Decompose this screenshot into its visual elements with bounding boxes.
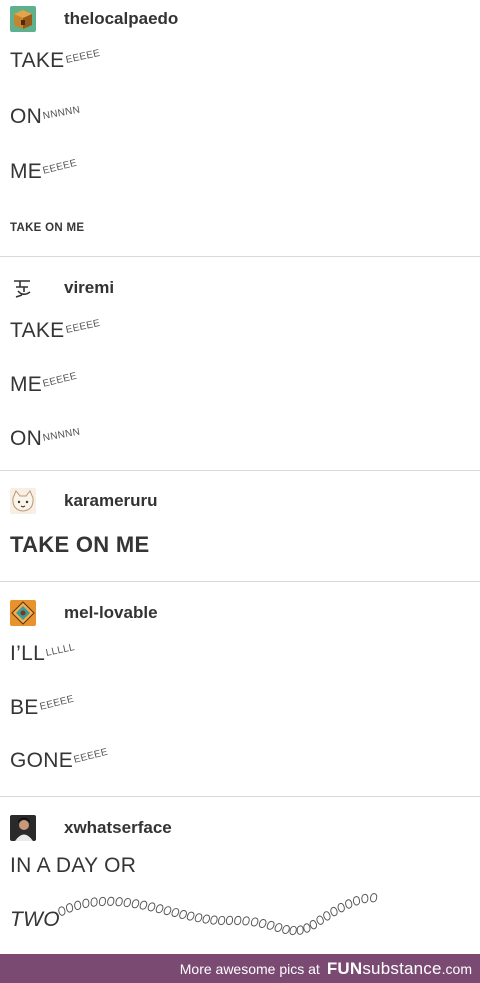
lyric-line: BE EEEEE (10, 694, 75, 720)
lyric-text: ON (10, 427, 43, 450)
post-viremi: viremi TAKE EEEEE ME EEEEE ON NNNNN (0, 257, 480, 471)
footer-text: More awesome pics at (179, 960, 320, 977)
footer-brand[interactable]: FUNsubstance (327, 959, 442, 979)
trail-text: EEEEE (72, 746, 110, 766)
username-link[interactable]: mel-lovable (64, 603, 158, 623)
username-link[interactable]: viremi (64, 278, 114, 298)
post-header: thelocalpaedo (10, 6, 178, 32)
post-header: viremi (10, 275, 114, 301)
lyric-line: IN A DAY OR (10, 854, 137, 877)
trail-text: EEEEE (64, 47, 101, 66)
lyric-text: ME (10, 373, 43, 396)
svg-text:OOOOOOOOOOOOOOOOOOOOOOOOOOOOOO: OOOOOOOOOOOOOOOOOOOOOOOOOOOOOOOOOOOOOOOO… (55, 890, 378, 938)
trail-text: EEEEE (41, 370, 79, 390)
trail-text: EEEEE (64, 317, 101, 336)
lyric-text: ME (10, 160, 43, 183)
wave-trail-text: OOOOOOOOOOOOOOOOOOOOOOOOOOOOOOOOOOOOOOOO… (55, 890, 378, 938)
footer-brand-bold: FUN (326, 958, 363, 978)
lyric-line: ON NNNNN (10, 105, 81, 129)
lyric-line-bold: TAKE ON ME (10, 532, 150, 557)
post-xwhatserface: xwhatserface IN A DAY OR TWO OOOOOOOOOOO… (0, 797, 480, 957)
box-avatar-icon[interactable] (10, 6, 36, 32)
lyric-text: TWO (10, 908, 60, 931)
lyric-line: ON NNNNN (10, 427, 81, 451)
lyric-text: GONE (10, 749, 74, 772)
post-header: mel-lovable (10, 600, 158, 626)
lyric-line: TAKE EEEEE (10, 318, 101, 343)
post-karameruru: karameruru TAKE ON ME (0, 471, 480, 582)
lyric-line: GONE EEEEE (10, 747, 109, 773)
lyric-text: TAKE (10, 319, 65, 342)
username-link[interactable]: thelocalpaedo (64, 9, 178, 29)
watermark-footer: More awesome pics at FUNsubstance .com (0, 954, 480, 983)
trail-text: NNNNN (42, 426, 82, 444)
lyric-line: ME EEEEE (10, 371, 78, 397)
post-header: xwhatserface (10, 815, 172, 841)
post-thelocalpaedo: thelocalpaedo TAKE EEEEE ON NNNNN ME EEEEE … (0, 0, 480, 257)
trail-text: EEEEE (41, 157, 79, 177)
post-header: karameruru (10, 488, 158, 514)
username-link[interactable]: karameruru (64, 491, 158, 511)
lyric-line: I’LL LLLLL (10, 642, 76, 666)
post-mel-lovable: mel-lovable I’LL LLLLL BE EEEEE GONE EEEEE (0, 582, 480, 797)
footer-domain: .com (441, 960, 472, 977)
lyric-text: BE (10, 696, 39, 719)
sketch-avatar-icon[interactable] (10, 275, 36, 301)
username-link[interactable]: xwhatserface (64, 818, 172, 838)
cat-avatar-icon[interactable] (10, 488, 36, 514)
lyric-line: TAKE EEEEE (10, 48, 101, 73)
footer-brand-light: substance (362, 958, 442, 978)
lyric-text: ON (10, 105, 43, 128)
lyric-text: I’LL (10, 642, 46, 665)
lyric-line: ME EEEEE (10, 158, 78, 184)
lyric-line: TWO (10, 908, 60, 932)
trail-text: EEEEE (38, 693, 75, 713)
lyric-line-small: TAKE ON ME (10, 222, 85, 234)
wave-trail: OOOOOOOOOOOOOOOOOOOOOOOOOOOOOOOOOOOOOOOO… (55, 890, 378, 938)
trail-text: LLLLL (44, 642, 76, 659)
diamond-avatar-icon[interactable] (10, 600, 36, 626)
trail-text: NNNNN (42, 104, 82, 122)
photo-avatar-icon[interactable] (10, 815, 36, 841)
lyric-text: TAKE (10, 49, 65, 72)
